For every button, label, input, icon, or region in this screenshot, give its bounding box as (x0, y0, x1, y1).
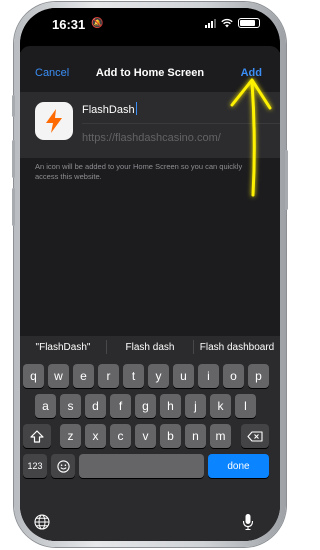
keyboard: "FlashDash" Flash dash Flash dashboard q… (20, 336, 280, 541)
status-time: 16:31 (52, 17, 86, 32)
status-icons (205, 18, 260, 28)
name-input[interactable]: FlashDash (82, 102, 138, 116)
backspace-icon (247, 430, 263, 442)
divider (82, 123, 280, 124)
key-b[interactable]: b (160, 424, 181, 448)
key-g[interactable]: g (135, 394, 156, 418)
key-r[interactable]: r (98, 364, 119, 388)
key-u[interactable]: u (173, 364, 194, 388)
key-l[interactable]: l (235, 394, 256, 418)
key-s[interactable]: s (60, 394, 81, 418)
key-w[interactable]: w (48, 364, 69, 388)
key-h[interactable]: h (160, 394, 181, 418)
add-to-home-sheet: Cancel Add to Home Screen Add FlashDash … (20, 46, 280, 541)
emoji-key[interactable] (51, 454, 75, 478)
numbers-key[interactable]: 123 (23, 454, 47, 478)
suggestion-1[interactable]: "FlashDash" (20, 342, 106, 353)
wifi-icon (221, 18, 233, 28)
key-n[interactable]: n (185, 424, 206, 448)
battery-icon (238, 18, 260, 28)
shift-icon (30, 429, 44, 443)
space-key[interactable] (79, 454, 204, 478)
volume-down-button (12, 188, 15, 226)
sheet-nav-bar: Cancel Add to Home Screen Add (20, 58, 280, 79)
key-f[interactable]: f (110, 394, 131, 418)
key-e[interactable]: e (73, 364, 94, 388)
app-icon (35, 102, 73, 140)
key-p[interactable]: p (248, 364, 269, 388)
suggestion-3[interactable]: Flash dashboard (194, 342, 280, 353)
key-j[interactable]: j (185, 394, 206, 418)
status-bar: 16:31 🔕 (20, 8, 280, 38)
shift-key[interactable] (23, 424, 51, 448)
power-button (285, 150, 288, 210)
done-key[interactable]: done (208, 454, 269, 478)
cellular-signal-icon (205, 18, 216, 28)
name-input-value: FlashDash (82, 104, 135, 116)
microphone-icon[interactable] (242, 513, 254, 531)
bell-slash-icon: 🔕 (91, 18, 104, 29)
globe-icon[interactable] (34, 514, 50, 530)
add-button[interactable]: Add (241, 67, 262, 79)
key-o[interactable]: o (223, 364, 244, 388)
text-caret (135, 102, 138, 115)
backspace-key[interactable] (241, 424, 269, 448)
hint-text: An icon will be added to your Home Scree… (35, 162, 243, 181)
bookmark-card: FlashDash https://flashdashcasino.com/ (20, 92, 280, 158)
mute-switch (12, 95, 15, 117)
key-y[interactable]: y (148, 364, 169, 388)
url-label: https://flashdashcasino.com/ (82, 132, 221, 144)
key-t[interactable]: t (123, 364, 144, 388)
emoji-icon (56, 459, 70, 473)
key-a[interactable]: a (35, 394, 56, 418)
key-c[interactable]: c (110, 424, 131, 448)
key-i[interactable]: i (198, 364, 219, 388)
key-z[interactable]: z (60, 424, 81, 448)
lightning-bolt-icon (46, 109, 62, 133)
key-d[interactable]: d (85, 394, 106, 418)
suggestion-2[interactable]: Flash dash (107, 342, 193, 353)
key-k[interactable]: k (210, 394, 231, 418)
key-q[interactable]: q (23, 364, 44, 388)
volume-up-button (12, 140, 15, 178)
predictive-bar: "FlashDash" Flash dash Flash dashboard (20, 336, 280, 358)
key-v[interactable]: v (135, 424, 156, 448)
key-m[interactable]: m (210, 424, 231, 448)
key-x[interactable]: x (85, 424, 106, 448)
screen: 16:31 🔕 Cancel Add to Home Screen Add Fl… (20, 8, 280, 541)
